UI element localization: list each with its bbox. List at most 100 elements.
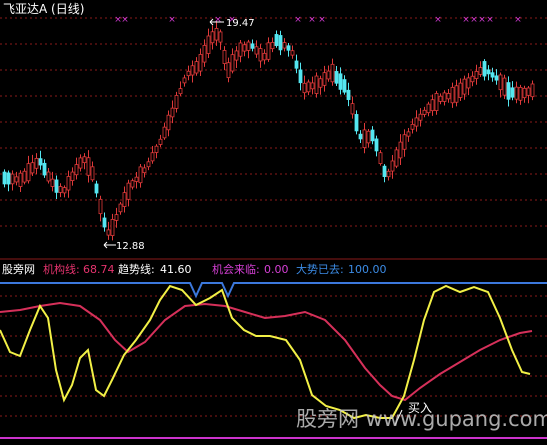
candle [234,46,239,69]
candle [274,30,279,48]
signal-marker: × [318,15,326,25]
candle [350,96,355,119]
stock-chart: × × × × × × × × × × × × × × 飞亚达A (日线) 19.47 12.88 股旁网… [0,2,547,439]
candle [198,48,203,77]
candle [74,157,79,180]
watermark: 股旁网 www.gupang.com [296,407,547,431]
candle [446,88,451,103]
candle [102,212,107,232]
price-grid [0,17,547,227]
candle [110,213,115,241]
indicator-header: 股旁网 机构线: 68.74 趋势线: 41.60 机会来临: 0.00 大势已… [2,262,387,276]
inst-line-label: 机构线: [43,262,80,276]
inst-line-value: 68.74 [83,263,115,276]
trend-over-label: 大势已去: [296,262,344,276]
low-price-label: 12.88 [116,241,145,252]
candle [506,76,511,107]
candle [486,65,491,81]
candle [106,221,111,240]
candle [362,123,367,154]
trend-line-value: 41.60 [160,263,192,276]
candle [170,100,175,124]
candle [526,85,531,104]
candle [422,106,427,118]
signal-marker: × [514,15,522,25]
candle [338,67,343,95]
chart-title: 飞亚达A (日线) [3,2,84,16]
candle [50,171,55,192]
candle [82,153,87,170]
signal-markers: × × × × × × × × × × × × × × [114,15,522,25]
candle [138,164,143,188]
candle [378,150,383,166]
signal-marker: × [214,15,222,25]
candle [258,44,263,68]
candle [266,37,271,62]
signal-marker: × [486,15,494,25]
candle [458,78,463,101]
candle [98,195,103,222]
candle [342,75,347,95]
candle [394,146,399,169]
candle [146,157,151,171]
candle [154,144,159,159]
low-annotation: 12.88 [103,241,145,252]
opportunity-value: 0.00 [264,263,289,276]
candle [38,150,43,170]
candle [270,37,275,53]
candle [426,101,431,117]
candle [142,164,147,178]
candle [226,57,231,83]
trend-line-label: 趋势线: [118,262,155,276]
candle [254,40,259,58]
candle [386,168,391,181]
signal-marker: × [434,15,442,25]
candle [314,72,319,98]
candle [222,46,227,71]
candle [122,186,127,213]
trend-over-value: 100.00 [348,263,387,276]
candle [390,154,395,179]
candle [374,135,379,157]
candle [70,167,75,186]
candle [498,72,503,98]
brand-label: 股旁网 [2,262,35,276]
candle [182,74,187,87]
candle [330,58,335,86]
candle [434,90,439,115]
candle [262,49,267,65]
candle [26,155,31,184]
candle [402,129,407,157]
candle [46,167,51,184]
inst-line [0,301,533,402]
candle [202,39,207,67]
candle [206,28,211,59]
candle [78,154,83,172]
candle [174,91,179,113]
candle [522,85,527,103]
candle [310,76,315,95]
candle [94,180,99,198]
candle [518,84,523,105]
candle [438,93,443,105]
candle [358,130,363,143]
candle [514,81,519,104]
candle [178,81,183,97]
candle [346,82,351,107]
candle [86,150,91,183]
candle [478,61,483,78]
candle [466,73,471,96]
candle [10,170,15,191]
candle [162,122,167,140]
candle [530,80,535,101]
candle [22,168,27,185]
candle [6,170,11,192]
candle [290,45,295,59]
candle [318,75,323,95]
signal-marker: × [462,15,470,25]
candle [298,62,303,91]
candle [286,43,291,57]
candle [246,39,251,59]
candle [366,128,371,148]
candle [194,57,199,76]
